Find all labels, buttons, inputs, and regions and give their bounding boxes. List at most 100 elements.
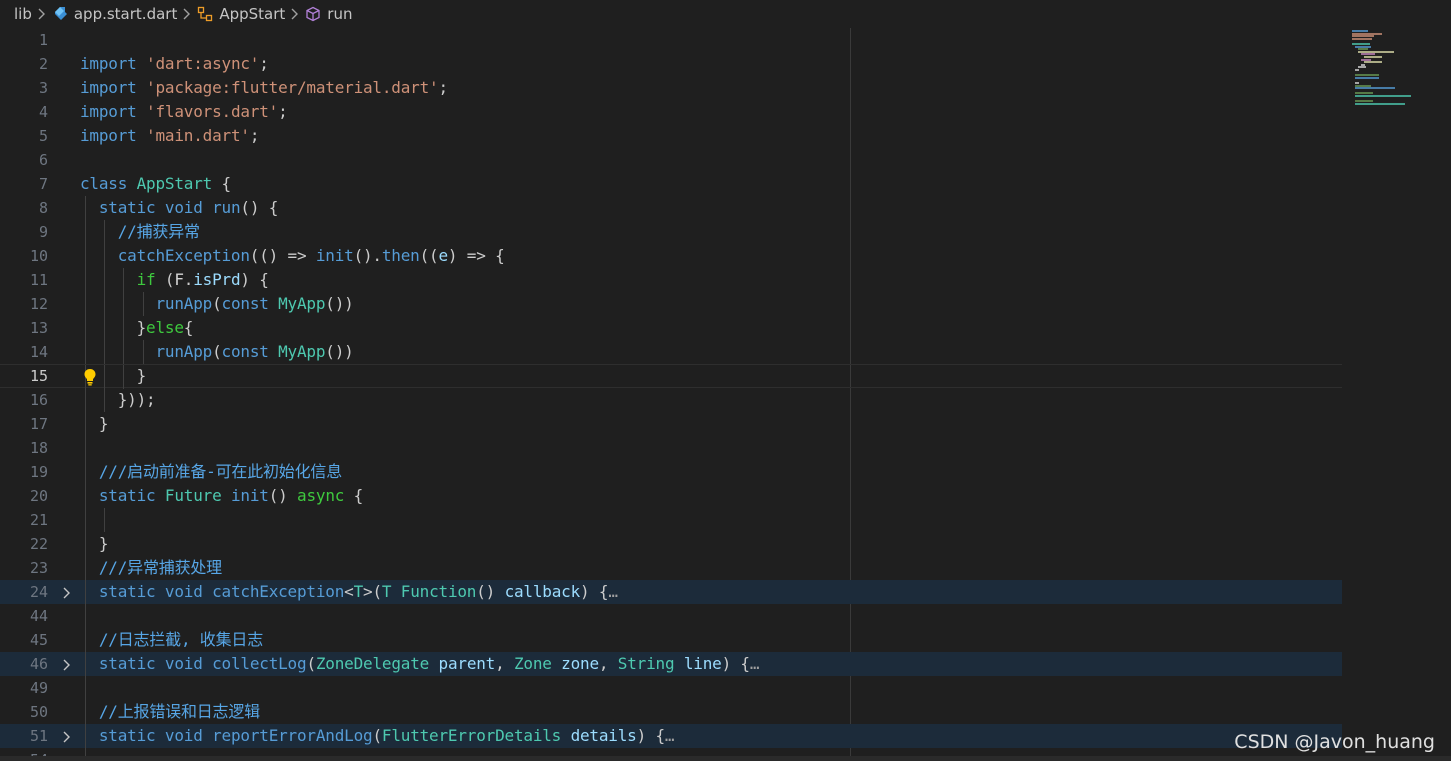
line-number: 6	[38, 151, 48, 169]
code-line[interactable]: 11 if (F.isPrd) {	[0, 268, 1342, 292]
code-line[interactable]: 8 static void run() {	[0, 196, 1342, 220]
fold-chevron-icon[interactable]	[60, 580, 74, 604]
indent-guide	[85, 604, 86, 628]
line-number: 20	[29, 487, 48, 505]
line-number: 11	[29, 271, 48, 289]
code-line[interactable]: 3 import 'package:flutter/material.dart';	[0, 76, 1342, 100]
code-text: import 'main.dart';	[80, 126, 260, 145]
minimap-line	[1355, 95, 1411, 97]
line-number: 15	[29, 367, 48, 385]
code-line[interactable]: 49	[0, 676, 1342, 700]
minimap-line	[1355, 76, 1379, 79]
code-text: //捕获异常	[117, 222, 200, 241]
code-editor[interactable]: 1 2 import 'dart:async'; 3 import 'package:f…	[0, 28, 1451, 756]
line-number: 1	[38, 31, 48, 49]
minimap-line	[1358, 66, 1366, 69]
code-line[interactable]: 45 //日志拦截, 收集日志	[0, 628, 1342, 652]
code-line[interactable]: 12 runApp(const MyApp())	[0, 292, 1342, 316]
code-line[interactable]: 46 static void collectLog(ZoneDelegate p…	[0, 652, 1342, 676]
code-line[interactable]: 20 static Future init() async {	[0, 484, 1342, 508]
code-text: import 'flavors.dart';	[80, 102, 288, 121]
fold-chevron-icon[interactable]	[60, 652, 74, 676]
code-text: //上报错误和日志逻辑	[98, 702, 260, 721]
code-line[interactable]: 44	[0, 604, 1342, 628]
code-line[interactable]: 9 //捕获异常	[0, 220, 1342, 244]
code-line[interactable]: 5 import 'main.dart';	[0, 124, 1342, 148]
line-number: 50	[29, 703, 48, 721]
code-line[interactable]: 21	[0, 508, 1342, 532]
minimap-line	[1355, 87, 1395, 90]
line-number: 21	[29, 511, 48, 529]
line-number: 23	[29, 559, 48, 577]
code-line[interactable]: 13 }else{	[0, 316, 1342, 340]
code-text: import 'dart:async';	[80, 54, 269, 73]
code-line[interactable]: 7 class AppStart {	[0, 172, 1342, 196]
minimap-line	[1364, 61, 1382, 64]
line-number: 22	[29, 535, 48, 553]
line-number: 8	[38, 199, 48, 217]
chevron-right-icon	[182, 7, 192, 21]
breadcrumb-class[interactable]: AppStart	[197, 5, 285, 23]
chevron-right-icon	[290, 7, 300, 21]
code-line[interactable]: 6	[0, 148, 1342, 172]
indent-guide	[85, 508, 86, 532]
line-number: 46	[29, 655, 48, 673]
breadcrumb-class-label: AppStart	[219, 5, 286, 23]
code-line[interactable]: 19 ///启动前准备-可在此初始化信息	[0, 460, 1342, 484]
line-number: 16	[29, 391, 48, 409]
code-text: ///启动前准备-可在此初始化信息	[98, 462, 343, 481]
code-text: static void catchException<T>(T Function…	[98, 582, 618, 601]
line-number: 54	[0, 748, 48, 756]
indent-guide	[85, 748, 86, 756]
code-line[interactable]: 15 }	[0, 364, 1342, 389]
fold-chevron-icon[interactable]	[60, 724, 74, 748]
code-line[interactable]: 16 }));	[0, 388, 1342, 412]
breadcrumb-file-label: app.start.dart	[73, 5, 178, 23]
line-number: 14	[29, 343, 48, 361]
code-text: runApp(const MyApp())	[155, 342, 354, 361]
code-line[interactable]: 50 //上报错误和日志逻辑	[0, 700, 1342, 724]
breadcrumb-lib[interactable]: lib	[14, 5, 32, 23]
code-line[interactable]: 54	[0, 748, 1342, 756]
class-icon	[197, 6, 213, 22]
code-line[interactable]: 2 import 'dart:async';	[0, 52, 1342, 76]
code-text: catchException(() => init().then((e) => …	[117, 246, 505, 265]
watermark: CSDN @Javon_huang	[1234, 731, 1435, 753]
code-line[interactable]: 24 static void catchException<T>(T Funct…	[0, 580, 1342, 604]
minimap[interactable]	[1346, 28, 1451, 118]
code-line[interactable]: 23 ///异常捕获处理	[0, 556, 1342, 580]
line-number: 7	[38, 175, 48, 193]
code-line[interactable]: 17 }	[0, 412, 1342, 436]
chevron-right-icon	[37, 7, 47, 21]
code-line[interactable]: 22 }	[0, 532, 1342, 556]
breadcrumb-file[interactable]: app.start.dart	[52, 5, 177, 23]
method-cube-icon	[305, 6, 321, 22]
line-number: 9	[38, 223, 48, 241]
code-line[interactable]: 14 runApp(const MyApp())	[0, 340, 1342, 364]
dart-file-icon	[52, 6, 68, 22]
code-line[interactable]: 18	[0, 436, 1342, 460]
indent-guide	[85, 436, 86, 460]
code-text: //日志拦截, 收集日志	[98, 630, 264, 649]
code-text: import 'package:flutter/material.dart';	[80, 78, 448, 97]
code-text: static Future init() async {	[98, 486, 364, 505]
code-line[interactable]: 51 static void reportErrorAndLog(Flutter…	[0, 724, 1342, 748]
line-number: 19	[29, 463, 48, 481]
code-text: static void reportErrorAndLog(FlutterErr…	[98, 726, 675, 745]
code-text: }));	[80, 390, 156, 409]
line-number: 49	[29, 679, 48, 697]
code-line[interactable]: 10 catchException(() => init().then((e) …	[0, 244, 1342, 268]
code-line[interactable]: 1	[0, 28, 1342, 52]
minimap-line	[1355, 69, 1359, 71]
indent-guide	[104, 508, 106, 532]
line-number: 24	[29, 583, 48, 601]
code-line[interactable]: 4 import 'flavors.dart';	[0, 100, 1342, 124]
code-text: class AppStart {	[80, 174, 231, 193]
lightbulb-icon[interactable]	[82, 368, 98, 386]
line-number: 44	[29, 607, 48, 625]
indent-guide	[85, 676, 86, 700]
breadcrumb-method[interactable]: run	[305, 5, 352, 23]
line-number: 4	[38, 103, 48, 121]
code-text: }	[80, 414, 109, 433]
horizontal-scrollbar[interactable]	[0, 756, 1451, 761]
